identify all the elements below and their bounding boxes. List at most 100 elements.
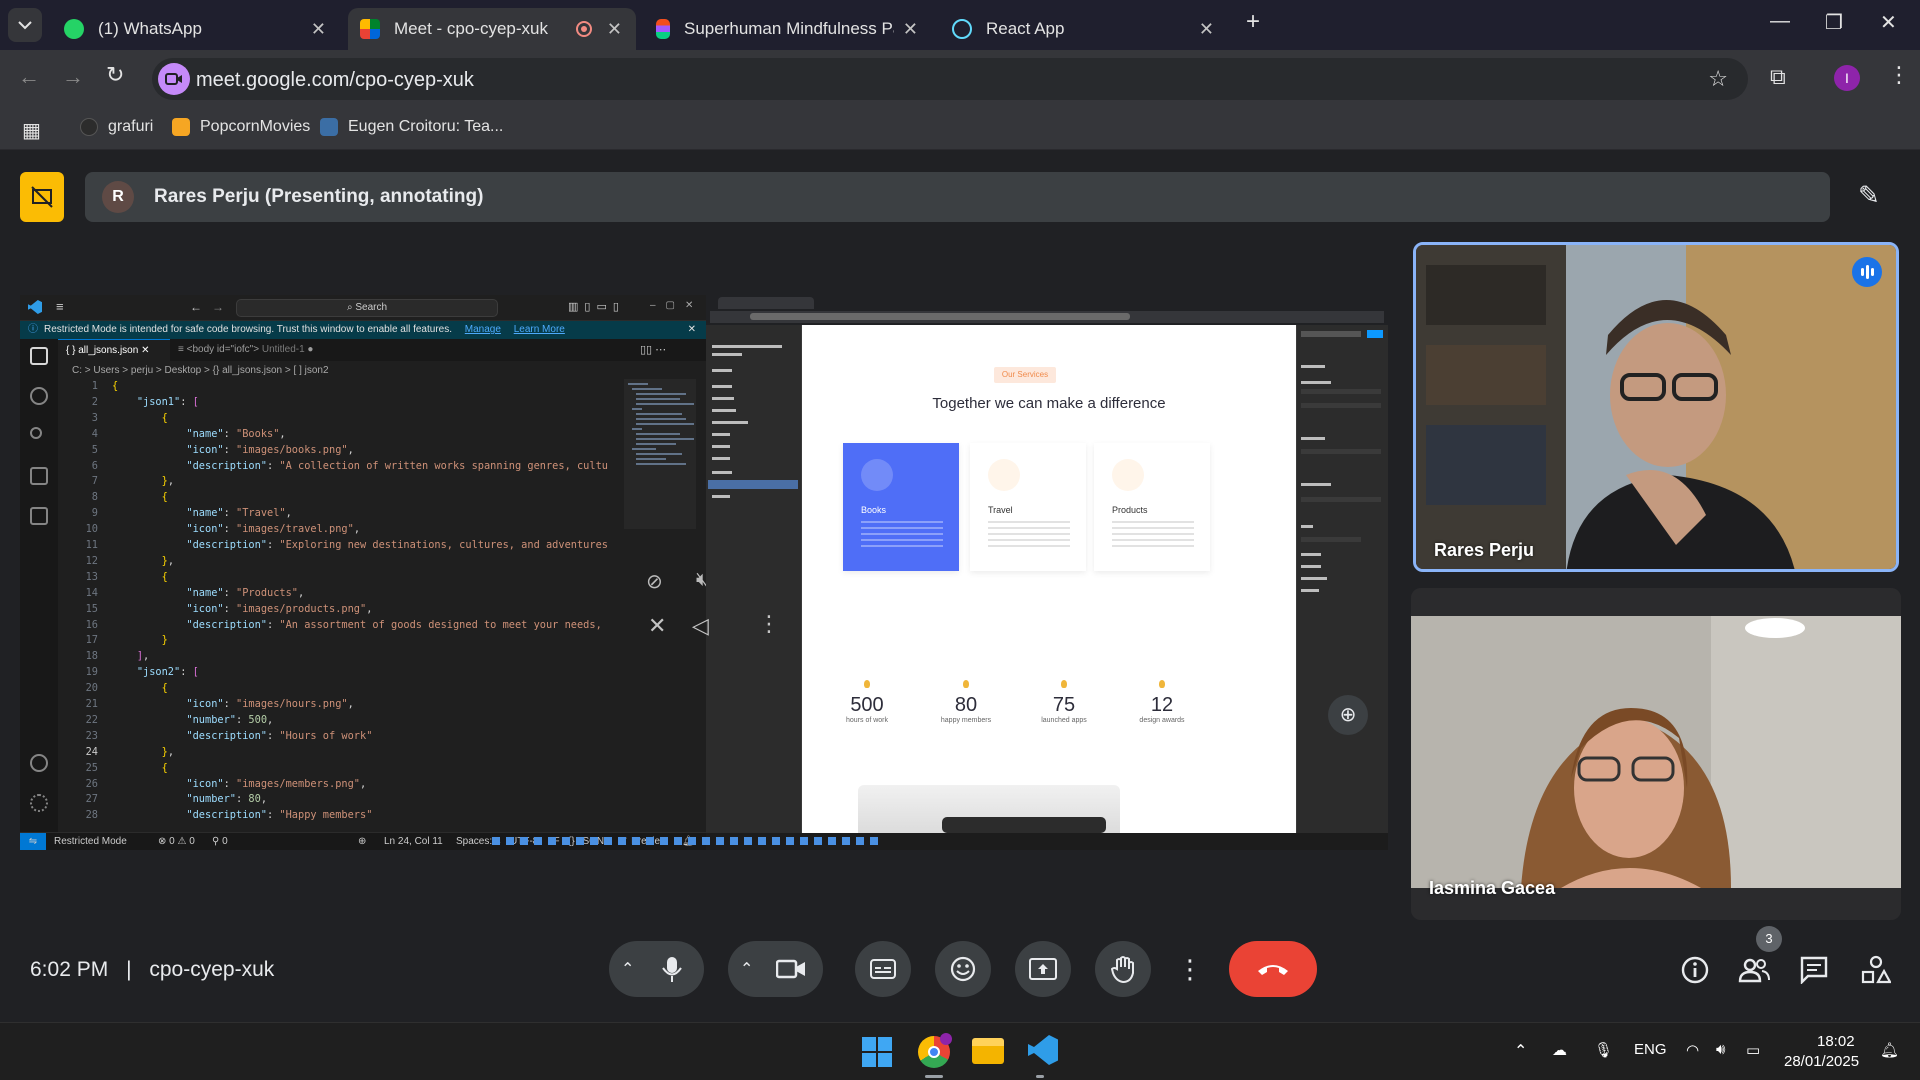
code-line[interactable]: "description": "Hours of work" bbox=[112, 730, 372, 742]
tab-search-button[interactable] bbox=[8, 8, 42, 42]
code-line[interactable]: "number": 500, bbox=[112, 714, 273, 726]
restore-button[interactable]: ❐ bbox=[1825, 10, 1843, 35]
menu-icon[interactable]: ⋮ bbox=[1888, 62, 1910, 88]
source-control-icon[interactable] bbox=[30, 427, 42, 439]
zoom-in-icon[interactable]: ⊕ bbox=[1328, 695, 1368, 735]
code-line[interactable]: "name": "Travel", bbox=[112, 507, 291, 519]
raise-hand-button[interactable] bbox=[1095, 941, 1151, 997]
breadcrumb[interactable]: C: > Users > perju > Desktop > {} all_js… bbox=[72, 365, 329, 376]
back-icon[interactable]: ← bbox=[18, 64, 40, 90]
status-ports[interactable]: ⚲ 0 bbox=[212, 833, 228, 850]
profile-avatar[interactable]: I bbox=[1834, 65, 1860, 91]
volume-off-icon[interactable]: ◁ bbox=[692, 613, 709, 639]
activities-icon[interactable] bbox=[1861, 955, 1891, 985]
bookmark-grafuri[interactable]: grafuri bbox=[80, 118, 153, 136]
back-arrow-icon[interactable]: ← bbox=[190, 300, 202, 314]
code-line[interactable]: "number": 80, bbox=[112, 793, 267, 805]
forward-icon[interactable]: → bbox=[62, 64, 84, 90]
close-icon[interactable]: ✕ bbox=[1199, 19, 1214, 40]
code-line[interactable]: ], bbox=[112, 650, 149, 662]
extensions-icon[interactable]: ⧉ bbox=[1770, 64, 1786, 90]
close-icon[interactable]: ✕ bbox=[903, 19, 918, 40]
bookmark-star-icon[interactable]: ☆ bbox=[1708, 66, 1728, 92]
account-icon[interactable] bbox=[30, 754, 48, 772]
figma-canvas[interactable]: Our Services Together we can make a diff… bbox=[802, 325, 1296, 833]
code-line[interactable]: "json1": [ bbox=[112, 396, 199, 408]
code-line[interactable]: }, bbox=[112, 746, 174, 758]
code-line[interactable]: { bbox=[112, 682, 168, 694]
more-options-icon[interactable]: ⋮ bbox=[758, 611, 780, 637]
manage-link[interactable]: Manage bbox=[465, 324, 501, 335]
code-line[interactable]: "name": "Products", bbox=[112, 587, 304, 599]
code-line[interactable]: "json2": [ bbox=[112, 666, 199, 678]
file-explorer-icon[interactable] bbox=[972, 1038, 1004, 1064]
captions-button[interactable] bbox=[855, 941, 911, 997]
clock-date[interactable]: 28/01/2025 bbox=[1784, 1053, 1859, 1070]
participant-tile-rares[interactable]: Rares Perju bbox=[1413, 242, 1899, 572]
status-cursor[interactable]: Ln 24, Col 11 bbox=[384, 833, 443, 850]
people-icon[interactable] bbox=[1738, 956, 1770, 984]
site-info-icon[interactable] bbox=[158, 63, 190, 95]
bookmark-popcornmovies[interactable]: PopcornMovies bbox=[172, 118, 310, 136]
more-options-button[interactable]: ⋮ bbox=[1175, 941, 1205, 997]
chevron-up-icon[interactable]: ⌃ bbox=[1514, 1041, 1527, 1061]
search-icon[interactable] bbox=[30, 387, 48, 405]
reactions-button[interactable] bbox=[935, 941, 991, 997]
close-window-button[interactable]: ✕ bbox=[1880, 10, 1897, 35]
code-line[interactable]: "name": "Books", bbox=[112, 428, 285, 440]
code-line[interactable]: { bbox=[112, 571, 168, 583]
battery-icon[interactable]: ▭ bbox=[1746, 1041, 1760, 1059]
volume-icon[interactable]: 🔊︎ bbox=[1716, 1041, 1725, 1058]
code-line[interactable]: "icon": "images/hours.png", bbox=[112, 698, 353, 710]
command-search[interactable]: ⌕ Search bbox=[236, 299, 498, 317]
code-line[interactable]: "description": "An assortment of goods d… bbox=[112, 619, 601, 631]
layout-icons[interactable]: ▥▯▭▯ bbox=[568, 300, 625, 313]
hamburger-menu-icon[interactable]: ≡ bbox=[56, 299, 64, 314]
windows-start-icon[interactable] bbox=[862, 1037, 892, 1067]
code-line[interactable]: { bbox=[112, 762, 168, 774]
tab-all-jsons[interactable]: { } all_jsons.json ✕ bbox=[58, 339, 170, 361]
present-screen-button[interactable] bbox=[1015, 941, 1071, 997]
run-debug-icon[interactable] bbox=[30, 467, 48, 485]
close-icon[interactable]: ✕ bbox=[688, 321, 696, 339]
tab-whatsapp[interactable]: (1) WhatsApp ✕ bbox=[52, 8, 340, 50]
code-line[interactable]: "description": "Exploring new destinatio… bbox=[112, 539, 608, 551]
apps-grid-icon[interactable]: ▦ bbox=[22, 118, 41, 143]
bookmark-eugen[interactable]: Eugen Croitoru: Tea... bbox=[320, 118, 503, 136]
close-icon[interactable]: ✕ bbox=[607, 19, 622, 40]
notification-bell-icon[interactable]: 🔔︎ bbox=[1880, 1041, 1899, 1059]
window-controls[interactable]: –▢✕ bbox=[650, 300, 703, 311]
tab-untitled[interactable]: ≡ <body id="iofc"> Untitled-1 ● bbox=[170, 339, 330, 361]
code-line[interactable]: "description": "Happy members" bbox=[112, 809, 372, 821]
code-line[interactable]: "icon": "images/books.png", bbox=[112, 444, 353, 456]
new-tab-button[interactable]: + bbox=[1246, 8, 1260, 36]
status-restricted[interactable]: Restricted Mode bbox=[54, 833, 127, 850]
code-line[interactable]: { bbox=[112, 412, 168, 424]
code-line[interactable]: "icon": "images/members.png", bbox=[112, 778, 366, 790]
audio-options-chevron-icon[interactable]: ⌃ bbox=[621, 959, 634, 979]
camera-icon[interactable] bbox=[776, 958, 806, 980]
meeting-details-icon[interactable] bbox=[1681, 956, 1709, 984]
split-editor-icon[interactable]: ▯▯ ⋯ bbox=[640, 343, 666, 356]
figma-bottom-toolbar[interactable] bbox=[942, 817, 1106, 833]
code-line[interactable]: }, bbox=[112, 555, 174, 567]
reload-icon[interactable]: ↻ bbox=[106, 62, 124, 88]
code-line[interactable]: "icon": "images/products.png", bbox=[112, 603, 372, 615]
leave-call-button[interactable] bbox=[1229, 941, 1317, 997]
minimap[interactable] bbox=[624, 379, 696, 529]
participant-tile-iasmina[interactable]: Iasmina Gacea bbox=[1411, 588, 1901, 920]
settings-gear-icon[interactable] bbox=[30, 794, 48, 812]
annotate-pen-icon[interactable]: ✎ bbox=[1858, 180, 1880, 211]
code-line[interactable]: }, bbox=[112, 475, 174, 487]
remote-icon[interactable]: ⇋ bbox=[20, 833, 46, 850]
video-options-chevron-icon[interactable]: ⌃ bbox=[740, 959, 753, 979]
chat-icon[interactable] bbox=[1800, 956, 1828, 984]
learn-more-link[interactable]: Learn More bbox=[514, 324, 565, 335]
code-line[interactable]: } bbox=[112, 634, 168, 646]
stop-presenting-button[interactable] bbox=[20, 172, 64, 222]
code-line[interactable]: "description": "A collection of written … bbox=[112, 460, 608, 472]
tab-figma[interactable]: Superhuman Mindfulness Pack ✕ bbox=[644, 8, 932, 50]
extensions-icon[interactable] bbox=[30, 507, 48, 525]
onedrive-icon[interactable]: ☁ bbox=[1552, 1041, 1567, 1059]
zoom-icon[interactable]: ⊕ bbox=[358, 833, 366, 850]
